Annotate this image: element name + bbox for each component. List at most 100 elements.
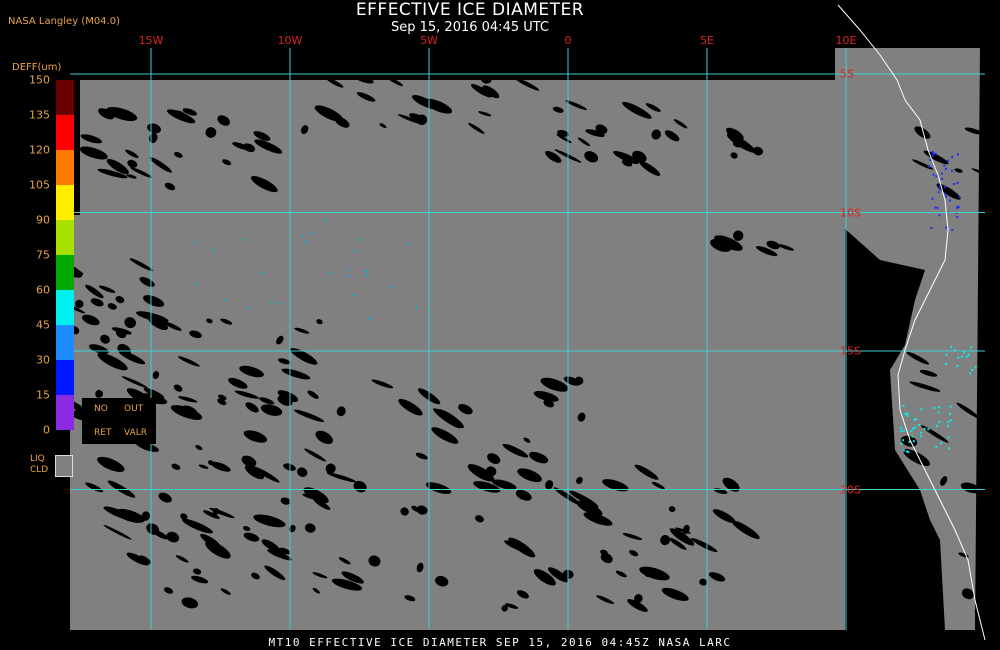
ice-retrieval-pixel [902,449,905,452]
footer-caption: MT10 EFFECTIVE ICE DIAMETER SEP 15, 2016… [268,636,732,649]
colorbar-tick-label: 60 [36,283,50,297]
latitude-label: 15S [840,344,861,358]
ice-retrieval-pixel [945,195,947,198]
map-timestamp: Sep 15, 2016 04:45 UTC [390,20,550,35]
ice-retrieval-pixel [951,229,954,231]
ice-retrieval-pixel [365,269,368,272]
colorbar-segment [56,360,74,395]
ice-retrieval-pixel [906,415,909,417]
ice-retrieval-pixel [912,440,915,443]
ice-retrieval-pixel [906,412,909,415]
ice-retrieval-pixel [913,426,916,429]
ice-retrieval-pixel [934,152,937,155]
colorbar-tick-label: 15 [36,388,50,402]
colorbar-tick-label: 90 [36,213,50,227]
longitude-label: 10W [277,34,303,47]
ice-retrieval-pixel [195,282,198,285]
ice-retrieval-pixel [930,227,933,229]
ice-retrieval-pixel [956,181,959,184]
colorbar-segment [56,80,74,115]
ice-retrieval-pixel [270,301,273,303]
ice-retrieval-pixel [934,206,937,209]
ice-retrieval-pixel [261,271,264,274]
ice-retrieval-pixel [936,424,938,427]
ice-retrieval-pixel [944,192,947,195]
ice-retrieval-pixel [931,154,934,157]
ice-retrieval-pixel [366,274,369,276]
ice-retrieval-pixel [935,446,938,449]
colorbar-segment [56,150,74,185]
latitude-label: 10S [840,206,861,219]
ice-retrieval-pixel [971,368,974,371]
ice-retrieval-pixel [920,408,923,411]
colorbar-tick-label: 150 [29,73,50,87]
colorbar-tick-label: 0 [43,423,50,437]
ice-retrieval-pixel [969,372,971,375]
ice-retrieval-pixel [391,285,393,288]
ice-retrieval-pixel [352,294,355,297]
ice-retrieval-pixel [933,406,936,409]
no-retrieval-legend: NO OUT RET VALR [82,398,156,444]
longitude-label: 5W [420,34,438,47]
ice-retrieval-pixel [938,421,941,424]
ice-retrieval-pixel [407,243,410,246]
ice-retrieval-pixel [938,406,941,409]
map-title: EFFECTIVE ICE DIAMETER [355,0,585,20]
ice-retrieval-pixel [360,238,363,241]
ice-retrieval-pixel [929,159,932,161]
liquid-label-line2: CLD [30,465,49,475]
ice-retrieval-pixel [936,206,939,209]
ice-retrieval-pixel [940,172,943,175]
colorbar-tick-label: 45 [36,318,50,332]
ice-retrieval-pixel [931,150,934,153]
ice-retrieval-pixel [947,436,950,439]
colorbar-tick-label: 135 [29,108,50,122]
ice-retrieval-pixel [932,152,935,155]
colorbar-segment [56,325,74,360]
ice-retrieval-pixel [957,356,960,359]
ice-retrieval-pixel [945,226,948,229]
ice-retrieval-pixel [900,426,903,429]
ice-retrieval-pixel [415,306,418,309]
ice-retrieval-pixel [301,234,304,237]
ice-retrieval-pixel [944,186,947,189]
ice-retrieval-pixel [927,428,930,431]
ice-retrieval-pixel [937,191,940,194]
ice-retrieval-pixel [194,241,197,244]
colorbar-segment [56,290,74,325]
ice-retrieval-pixel [949,419,952,422]
ice-retrieval-pixel [951,156,954,159]
colorbar-segment [56,255,74,290]
longitude-label: 15W [138,34,164,47]
ice-retrieval-pixel [945,363,948,365]
ice-retrieval-pixel [212,249,215,252]
colorbar-segment [56,185,74,220]
ice-retrieval-pixel [347,268,350,271]
colorbar-title: DEFF(um) [12,62,62,73]
ice-retrieval-pixel [967,353,970,356]
ice-retrieval-pixel [951,169,953,172]
ice-retrieval-pixel [324,220,327,223]
ice-retrieval-pixel [943,164,946,167]
ice-retrieval-pixel [328,272,331,275]
ice-retrieval-pixel [952,183,955,185]
ice-retrieval-pixel [223,298,226,301]
out-label: OUT [124,404,144,414]
ice-retrieval-pixel [279,302,282,305]
ice-retrieval-pixel [920,435,923,438]
ice-retrieval-pixel [247,307,250,310]
ice-retrieval-pixel [956,216,959,219]
latitude-label: 5S [840,67,854,81]
ice-retrieval-pixel [927,165,930,168]
ice-retrieval-pixel [950,345,953,348]
ice-retrieval-pixel [243,238,246,241]
ice-retrieval-pixel [940,442,943,444]
ice-retrieval-pixel [918,424,920,426]
ice-retrieval-pixel [900,442,903,445]
ice-retrieval-pixel [947,421,950,423]
longitude-label: 0 [564,34,572,47]
effective-ice-diameter-map [0,0,1000,650]
longitude-label: 10E [835,34,857,47]
colorbar-segment [56,115,74,150]
ice-retrieval-pixel [913,418,916,421]
